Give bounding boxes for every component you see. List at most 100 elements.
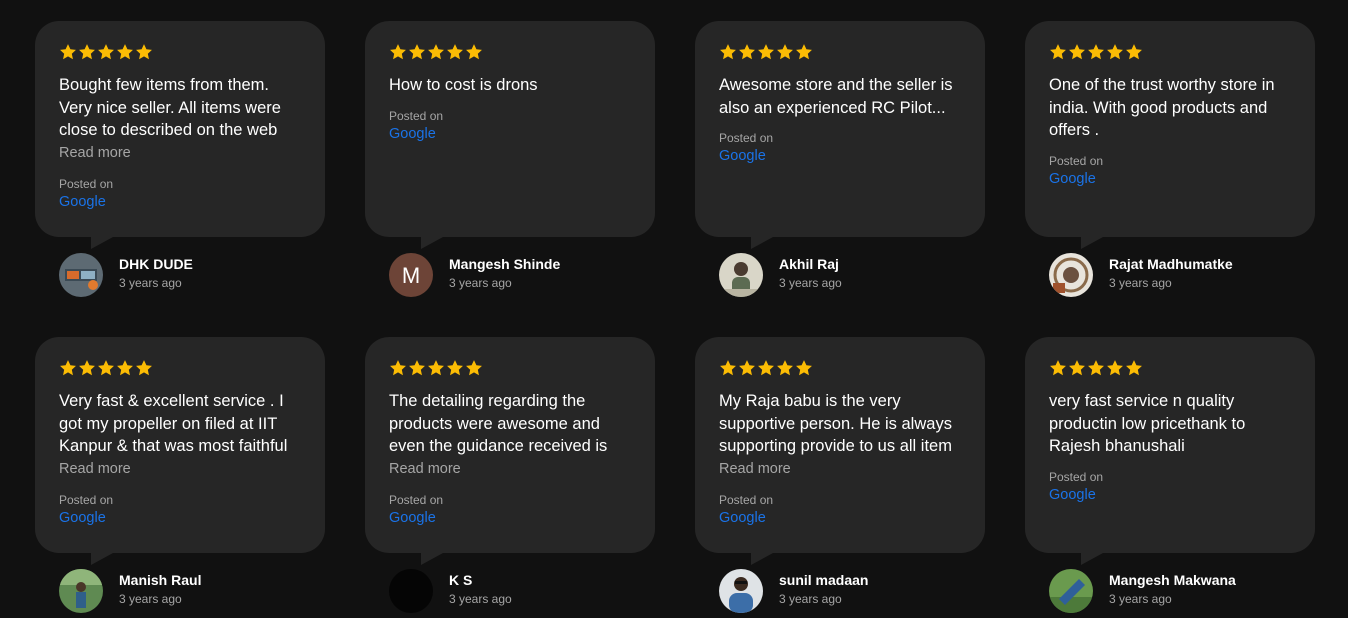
posted-source-link[interactable]: Google xyxy=(719,509,961,527)
reviewer: sunil madaan 3 years ago xyxy=(719,569,868,613)
posted-source-link[interactable]: Google xyxy=(1049,486,1291,504)
posted-on: Posted on Google xyxy=(59,177,301,211)
star-icon xyxy=(409,44,425,60)
star-icon xyxy=(447,360,463,376)
posted-on-label: Posted on xyxy=(59,177,114,191)
posted-on: Posted on Google xyxy=(1049,154,1291,188)
review-time: 3 years ago xyxy=(779,592,842,606)
posted-on: Posted on Google xyxy=(389,493,631,527)
avatar[interactable] xyxy=(59,253,103,297)
review-card: One of the trust worthy store in india. … xyxy=(1025,21,1315,301)
review-bubble: The detailing regarding the products wer… xyxy=(365,337,655,565)
review-bubble: My Raja babu is the very supportive pers… xyxy=(695,337,985,565)
review-time: 3 years ago xyxy=(449,592,512,606)
posted-on-label: Posted on xyxy=(1049,153,1104,168)
review-card: My Raja babu is the very supportive pers… xyxy=(695,337,985,617)
reviewer-name[interactable]: Rajat Madhumatke xyxy=(1109,255,1233,273)
star-icon xyxy=(447,44,463,60)
avatar[interactable] xyxy=(1049,569,1093,613)
star-icon xyxy=(720,360,736,376)
star-icon xyxy=(390,360,406,376)
star-icon xyxy=(79,44,95,60)
avatar[interactable] xyxy=(59,569,103,613)
star-icon xyxy=(1050,44,1066,60)
posted-source-link[interactable]: Google xyxy=(389,509,631,527)
posted-on-label: Posted on xyxy=(389,108,444,123)
review-card: How to cost is drons Posted on Google M … xyxy=(365,21,655,301)
reviewer-name[interactable]: Mangesh Makwana xyxy=(1109,571,1236,589)
star-icon xyxy=(739,360,755,376)
star-icon xyxy=(79,360,95,376)
star-icon xyxy=(739,44,755,60)
reviewer-name[interactable]: sunil madaan xyxy=(779,571,868,589)
review-card: Awesome store and the seller is also an … xyxy=(695,21,985,301)
avatar[interactable] xyxy=(719,569,763,613)
read-more-link[interactable]: Read more xyxy=(59,459,301,479)
reviewer: Mangesh Makwana 3 years ago xyxy=(1049,569,1236,613)
review-time: 3 years ago xyxy=(779,276,842,290)
posted-on-label: Posted on xyxy=(1049,469,1104,484)
posted-source-link[interactable]: Google xyxy=(59,509,301,527)
posted-on: Posted on Google xyxy=(1049,470,1291,504)
star-icon xyxy=(98,360,114,376)
posted-on: Posted on Google xyxy=(389,109,631,143)
reviewer-name[interactable]: DHK DUDE xyxy=(119,255,193,273)
star-rating xyxy=(719,43,961,63)
reviewer-name[interactable]: Mangesh Shinde xyxy=(449,255,560,273)
reviewer: Manish Raul 3 years ago xyxy=(59,569,201,613)
review-card: Bought few items from them. Very nice se… xyxy=(35,21,325,301)
review-text: My Raja babu is the very supportive pers… xyxy=(719,392,952,456)
posted-on-label: Posted on xyxy=(389,492,444,507)
star-icon xyxy=(117,360,133,376)
star-icon xyxy=(60,360,76,376)
read-more-link[interactable]: Read more xyxy=(389,459,631,479)
posted-source-link[interactable]: Google xyxy=(389,125,631,143)
avatar[interactable] xyxy=(389,569,433,613)
star-rating xyxy=(59,359,301,379)
review-text: The detailing regarding the products wer… xyxy=(389,392,608,456)
posted-on: Posted on Google xyxy=(719,131,961,165)
star-icon xyxy=(1069,360,1085,376)
star-rating xyxy=(1049,359,1291,379)
star-icon xyxy=(796,360,812,376)
star-icon xyxy=(1107,360,1123,376)
reviewer-name[interactable]: Akhil Raj xyxy=(779,255,842,273)
read-more-link[interactable]: Read more xyxy=(719,459,961,479)
posted-source-link[interactable]: Google xyxy=(59,193,301,211)
star-icon xyxy=(136,44,152,60)
star-icon xyxy=(390,44,406,60)
read-more-link[interactable]: Read more xyxy=(59,143,301,163)
star-icon xyxy=(777,360,793,376)
star-icon xyxy=(1069,44,1085,60)
review-card: very fast service n quality productin lo… xyxy=(1025,337,1315,617)
star-icon xyxy=(136,360,152,376)
star-icon xyxy=(1050,360,1066,376)
star-icon xyxy=(796,44,812,60)
review-bubble: Awesome store and the seller is also an … xyxy=(695,21,985,249)
review-bubble: One of the trust worthy store in india. … xyxy=(1025,21,1315,249)
star-icon xyxy=(466,44,482,60)
avatar[interactable] xyxy=(1049,253,1093,297)
star-icon xyxy=(117,44,133,60)
review-bubble: How to cost is drons Posted on Google xyxy=(365,21,655,249)
avatar[interactable]: M xyxy=(389,253,433,297)
star-rating xyxy=(389,43,631,63)
reviewer-name[interactable]: K S xyxy=(449,571,512,589)
posted-on: Posted on Google xyxy=(59,493,301,527)
review-card: Very fast & excellent service . I got my… xyxy=(35,337,325,617)
reviewer-name[interactable]: Manish Raul xyxy=(119,571,201,589)
posted-source-link[interactable]: Google xyxy=(1049,170,1291,188)
star-icon xyxy=(409,360,425,376)
posted-source-link[interactable]: Google xyxy=(719,147,961,165)
review-time: 3 years ago xyxy=(119,592,182,606)
review-bubble: Bought few items from them. Very nice se… xyxy=(35,21,325,249)
posted-on-label: Posted on xyxy=(59,492,114,507)
star-rating xyxy=(1049,43,1291,63)
star-icon xyxy=(1107,44,1123,60)
review-text: One of the trust worthy store in india. … xyxy=(1049,76,1275,140)
star-rating xyxy=(59,43,301,63)
review-card: The detailing regarding the products wer… xyxy=(365,337,655,617)
review-time: 3 years ago xyxy=(1109,592,1172,606)
avatar[interactable] xyxy=(719,253,763,297)
star-icon xyxy=(98,44,114,60)
